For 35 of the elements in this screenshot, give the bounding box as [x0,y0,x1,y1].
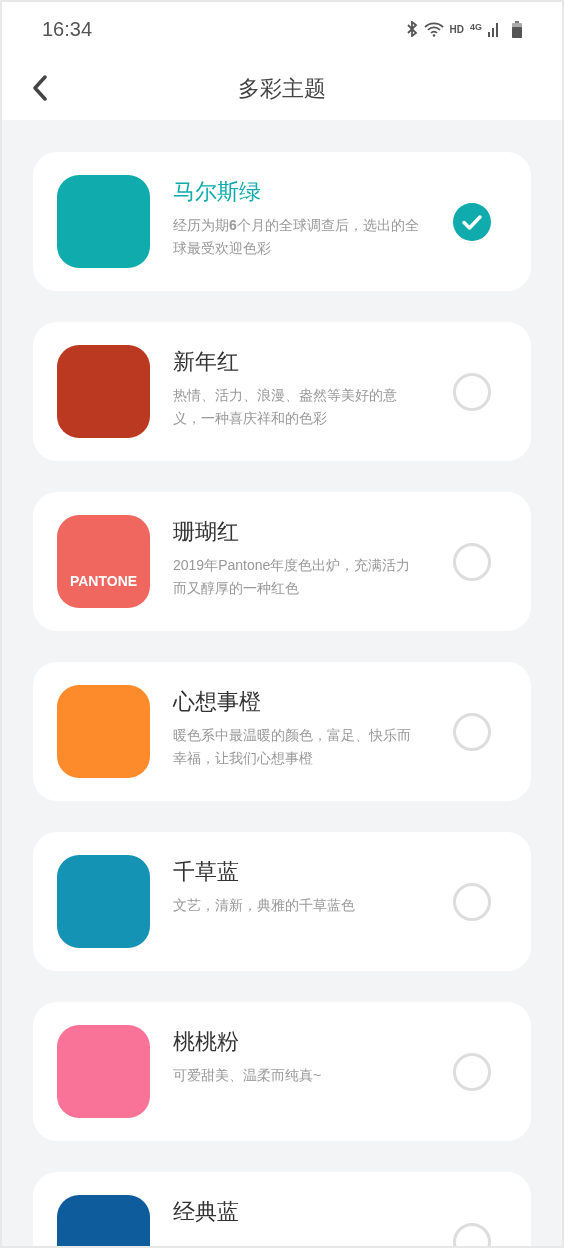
theme-title: 经典蓝 [173,1198,240,1226]
theme-title: 珊瑚红 [173,518,240,546]
network-label: 4G [470,20,482,34]
theme-card[interactable]: 经典蓝 [33,1172,531,1246]
hd-label: HD [449,22,464,37]
theme-card[interactable]: PANTONE 珊瑚红 2019年Pantone年度色出炉，充满活力而又醇厚的一种红色 [33,492,531,631]
theme-card[interactable]: 桃桃粉 可爱甜美、温柔而纯真~ [33,1002,531,1141]
swatch-label: PANTONE [69,572,138,591]
theme-card[interactable]: 心想事橙 暖色系中最温暖的颜色，富足、快乐而幸福，让我们心想事橙 [33,662,531,801]
theme-description: 暖色系中最温暖的颜色，富足、快乐而幸福，让我们心想事橙 [173,726,412,768]
radio-button[interactable] [453,542,491,581]
radio-button[interactable] [453,372,491,411]
theme-description: 热情、活力、浪漫、盎然等美好的意义，一种喜庆祥和的色彩 [173,386,398,428]
theme-title: 心想事橙 [173,688,262,716]
theme-description: 2019年Pantone年度色出炉，充满活力而又醇厚的一种红色 [173,556,412,598]
back-icon[interactable] [32,75,48,101]
radio-button[interactable] [453,712,491,751]
theme-title: 千草蓝 [173,858,240,886]
theme-title: 桃桃粉 [173,1028,240,1056]
theme-description: 可爱甜美、温柔而纯真~ [173,1066,323,1085]
theme-title: 马尔斯绿 [173,178,262,206]
theme-description: 经历为期6个月的全球调查后，选出的全球最受欢迎色彩 [173,216,419,258]
radio-button[interactable] [453,882,491,921]
radio-button[interactable] [453,1052,491,1091]
status-time: 16:34 [42,17,93,42]
check-icon[interactable] [453,202,491,241]
page-title: 多彩主题 [238,74,326,103]
theme-card[interactable]: 新年红 热情、活力、浪漫、盎然等美好的意义，一种喜庆祥和的色彩 [33,322,531,461]
theme-card[interactable]: 千草蓝 文艺，清新，典雅的千草蓝色 [33,832,531,971]
wifi-icon [423,21,444,37]
battery-icon [512,20,522,38]
theme-title: 新年红 [173,348,240,376]
bluetooth-icon [405,21,418,37]
theme-description: 文艺，清新，典雅的千草蓝色 [173,896,356,915]
signal-icon [488,21,498,37]
